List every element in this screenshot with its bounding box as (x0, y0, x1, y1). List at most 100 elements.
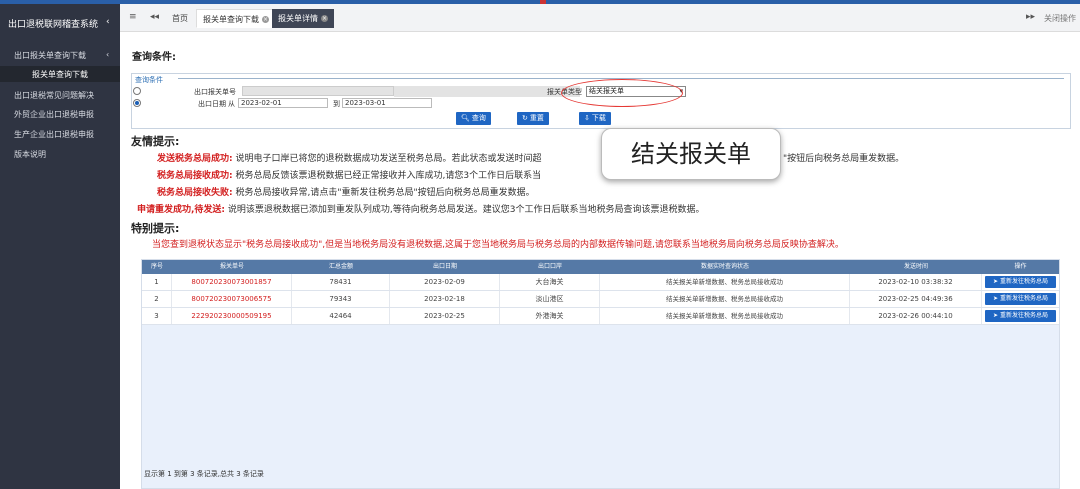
table-row: 3 222920230000509195 42464 2023-02-25 外港… (142, 308, 1059, 325)
close-icon[interactable]: × (262, 16, 269, 23)
resend-button[interactable]: ➤ 重新发往税务总局 (985, 293, 1056, 305)
tip-line-continuation: "按钮后向税务总局重发数据。 (783, 154, 905, 164)
main-content: 查询条件: 查询条件 出口报关单号 报关单类型 结关报关单 ▾ 出口日期 从 2… (120, 33, 1080, 489)
date-cell: 2023-02-25 (390, 308, 500, 324)
tab-bar: ≡ ◂◂ 首页 报关单查询下载 × 报关单详情 × ▸▸ 关闭操作 (120, 4, 1080, 32)
tab-home[interactable]: 首页 (166, 9, 194, 28)
column-header[interactable]: 操作 (982, 260, 1059, 274)
column-header[interactable]: 报关单号 (172, 260, 292, 274)
port-cell: 大台海关 (500, 274, 600, 290)
chevron-left-icon[interactable]: ‹ (106, 17, 110, 27)
table-row: 2 800720230073006575 79343 2023-02-18 淡山… (142, 291, 1059, 308)
port-cell: 外港海关 (500, 308, 600, 324)
amount-cell: 78431 (292, 274, 390, 290)
tip-label: 发送税务总局成功: (157, 154, 233, 164)
row-number: 1 (142, 274, 172, 290)
tip-text: 税务总局接收异常,请点击"重新发往税务总局"按钮后向税务总局重发数据。 (235, 188, 535, 198)
close-operations-button[interactable]: 关闭操作 (1044, 13, 1076, 24)
sent-time-cell: 2023-02-25 04:49:36 (850, 291, 982, 307)
tab-scroll-right-icon[interactable]: ▸▸ (1026, 12, 1035, 22)
tip-line: 发送税务总局成功: 说明电子口岸已将您的退税数据成功发送至税务总局。若此状态或发… (157, 151, 542, 164)
sidebar-item-declaration-download[interactable]: 出口报关单查询下载 (14, 50, 86, 61)
from-label: 从 (228, 100, 235, 108)
download-button-label: 下载 (591, 114, 606, 122)
refresh-icon: ↻ (522, 114, 528, 122)
resend-button-label: 重新发往税务总局 (999, 278, 1048, 285)
amount-cell: 79343 (292, 291, 390, 307)
tab-label: 报关单详情 (278, 14, 318, 23)
pagination-info: 显示第 1 到第 3 条记录,总共 3 条记录 (144, 470, 264, 478)
special-text: 当您查到退税状态显示"税务总局接收成功",但是当地税务局没有退税数据,这属于您当… (152, 240, 844, 250)
results-panel: 序号 报关单号 汇总金额 出口日期 出口口岸 数据实时查询状态 发送时间 操作 … (141, 259, 1060, 489)
tab-label: 首页 (172, 14, 188, 23)
query-legend: 查询条件 (135, 76, 163, 84)
table-row: 1 800720230073001857 78431 2023-02-09 大台… (142, 274, 1059, 291)
date-cell: 2023-02-09 (390, 274, 500, 290)
sidebar-item-version[interactable]: 版本说明 (14, 149, 46, 160)
column-header[interactable]: 数据实时查询状态 (600, 260, 850, 274)
tip-label: 税务总局接收失败: (157, 188, 233, 198)
column-header[interactable]: 发送时间 (850, 260, 982, 274)
row-number: 3 (142, 308, 172, 324)
sidebar-subitem-declaration-query[interactable]: 报关单查询下载 (0, 66, 120, 82)
search-button-label: 查询 (471, 114, 486, 122)
search-button[interactable]: 🔍︎ 查询 (456, 112, 491, 125)
sidebar: 出口退税联网稽查系统 ‹ 出口报关单查询下载 ‹ 报关单查询下载 出口退税常见问… (0, 4, 120, 489)
tip-text: 税务总局反馈该票退税数据已经正常接收并入库成功,请您3个工作日后联系当 (235, 171, 542, 181)
tab-label: 报关单查询下载 (203, 15, 259, 24)
zoom-tooltip: 结关报关单 (601, 128, 781, 180)
sidebar-item-production-declare[interactable]: 生产企业出口退税申报 (14, 129, 94, 140)
sent-time-cell: 2023-02-10 03:38:32 (850, 274, 982, 290)
export-date-label: 出口日期 (198, 100, 226, 108)
to-date-input[interactable]: 2023-03-01 (342, 98, 432, 108)
resend-button-label: 重新发往税务总局 (999, 312, 1048, 319)
tip-line: 税务总局接收失败: 税务总局接收异常,请点击"重新发往税务总局"按钮后向税务总局… (157, 185, 535, 198)
sidebar-item-trade-declare[interactable]: 外贸企业出口退税申报 (14, 109, 94, 120)
tab-scroll-left-icon[interactable]: ◂◂ (150, 12, 159, 22)
column-header[interactable]: 汇总金额 (292, 260, 390, 274)
query-heading: 查询条件: (132, 52, 176, 63)
sidebar-subitem-label: 报关单查询下载 (32, 70, 88, 79)
declaration-id-link[interactable]: 800720230073001857 (172, 274, 292, 290)
radio-declaration-no[interactable] (133, 87, 141, 95)
tip-label: 申请重发成功,待发送: (137, 205, 226, 215)
tip-line: 税务总局接收成功: 税务总局反馈该票退税数据已经正常接收并入库成功,请您3个工作… (157, 168, 541, 181)
send-icon: ➤ (993, 295, 1000, 302)
declaration-no-label: 出口报关单号 (194, 88, 236, 96)
search-icon: 🔍︎ (461, 114, 470, 122)
close-icon[interactable]: × (321, 15, 328, 22)
tab-declaration-detail[interactable]: 报关单详情 × (272, 9, 334, 28)
reset-button[interactable]: ↻ 重置 (517, 112, 549, 125)
send-icon: ➤ (993, 278, 1000, 285)
menu-icon[interactable]: ≡ (129, 12, 137, 22)
table-header: 序号 报关单号 汇总金额 出口日期 出口口岸 数据实时查询状态 发送时间 操作 (142, 260, 1059, 274)
declaration-no-input[interactable] (242, 86, 394, 96)
date-cell: 2023-02-18 (390, 291, 500, 307)
special-heading: 特别提示: (131, 222, 180, 235)
port-cell: 淡山港区 (500, 291, 600, 307)
amount-cell: 42464 (292, 308, 390, 324)
chevron-left-icon[interactable]: ‹ (106, 50, 109, 59)
resend-button[interactable]: ➤ 重新发往税务总局 (985, 276, 1056, 288)
download-icon: ⇩ (584, 114, 590, 122)
tab-declaration-query[interactable]: 报关单查询下载 × (196, 9, 276, 28)
reset-button-label: 重置 (529, 114, 544, 122)
resend-button[interactable]: ➤ 重新发往税务总局 (985, 310, 1056, 322)
radio-export-date[interactable] (133, 99, 141, 107)
to-label: 到 (333, 100, 340, 108)
column-header[interactable]: 序号 (142, 260, 172, 274)
sent-time-cell: 2023-02-26 00:44:10 (850, 308, 982, 324)
from-date-input[interactable]: 2023-02-01 (238, 98, 328, 108)
status-cell: 结关报关单新增数据、税务总局接收成功 (600, 291, 850, 307)
sidebar-item-faq[interactable]: 出口退税常见问题解决 (14, 90, 94, 101)
column-header[interactable]: 出口口岸 (500, 260, 600, 274)
tip-label: 税务总局接收成功: (157, 171, 233, 181)
declaration-id-link[interactable]: 222920230000509195 (172, 308, 292, 324)
tip-text: 说明电子口岸已将您的退税数据成功发送至税务总局。若此状态或发送时间超 (235, 154, 542, 164)
column-header[interactable]: 出口日期 (390, 260, 500, 274)
status-cell: 结关报关单新增数据、税务总局接收成功 (600, 274, 850, 290)
download-button[interactable]: ⇩ 下载 (579, 112, 611, 125)
highlight-ellipse (561, 79, 683, 107)
declaration-id-link[interactable]: 800720230073006575 (172, 291, 292, 307)
sidebar-app-title[interactable]: 出口退税联网稽查系统 (8, 17, 98, 30)
